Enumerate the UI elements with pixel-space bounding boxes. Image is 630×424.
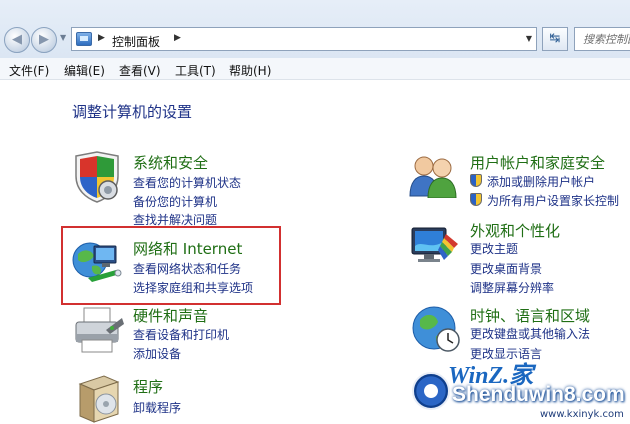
forward-button[interactable]: ▶ <box>31 27 57 53</box>
link-change-desktop-background[interactable]: 更改桌面背景 <box>470 260 542 277</box>
uac-shield-icon <box>470 174 482 187</box>
page-title: 调整计算机的设置 <box>72 103 193 121</box>
link-backup-computer[interactable]: 备份您的计算机 <box>133 193 217 210</box>
link-change-input-method[interactable]: 更改键盘或其他输入法 <box>470 325 590 342</box>
link-add-remove-accounts-label: 添加或删除用户帐户 <box>487 175 596 189</box>
clock-globe-icon[interactable] <box>410 302 462 354</box>
control-panel-icon <box>76 32 92 46</box>
menu-bar: 文件(F) 编辑(E) 查看(V) 工具(T) 帮助(H) <box>0 58 630 80</box>
menu-view[interactable]: 查看(V) <box>119 62 161 79</box>
watermark-logo-icon <box>412 372 450 410</box>
search-box[interactable] <box>574 27 630 51</box>
address-bar[interactable]: ▶ 控制面板 ▶ ▼ <box>71 27 537 51</box>
user-accounts-icon[interactable] <box>406 152 462 198</box>
category-title-hardware-sound[interactable]: 硬件和声音 <box>133 305 208 326</box>
link-adjust-resolution[interactable]: 调整屏幕分辨率 <box>470 279 554 296</box>
printer-icon[interactable] <box>70 304 126 356</box>
category-title-appearance[interactable]: 外观和个性化 <box>470 220 560 241</box>
category-title-clock-language-region[interactable]: 时钟、语言和区域 <box>470 305 590 326</box>
security-shield-icon[interactable] <box>70 150 124 204</box>
forward-arrow-icon: ▶ <box>39 32 49 47</box>
watermark-site: Shenduwin8.com <box>452 383 625 406</box>
address-dropdown-icon[interactable]: ▼ <box>526 34 532 43</box>
link-view-devices-printers[interactable]: 查看设备和打印机 <box>133 326 229 343</box>
watermark-url: www.kxinyk.com <box>540 409 624 420</box>
search-input[interactable] <box>575 28 630 50</box>
link-parental-controls-label: 为所有用户设置家长控制 <box>487 194 620 208</box>
back-button[interactable]: ◀ <box>4 27 30 53</box>
refresh-icon: ↹ <box>549 31 561 46</box>
link-view-computer-status[interactable]: 查看您的计算机状态 <box>133 174 241 191</box>
menu-edit[interactable]: 编辑(E) <box>64 62 105 79</box>
recent-pages-dropdown-icon[interactable]: ▼ <box>60 33 66 42</box>
breadcrumb-control-panel[interactable]: 控制面板 <box>112 33 160 50</box>
category-title-user-accounts[interactable]: 用户帐户和家庭安全 <box>470 152 605 173</box>
personalization-monitor-icon[interactable] <box>408 224 462 270</box>
link-add-device[interactable]: 添加设备 <box>133 345 181 362</box>
category-title-system-security[interactable]: 系统和安全 <box>133 152 208 173</box>
menu-tools[interactable]: 工具(T) <box>175 62 216 79</box>
navigation-bar: ◀ ▶ ▼ ▶ 控制面板 ▶ ▼ ↹ <box>0 0 630 58</box>
breadcrumb-chevron-icon[interactable]: ▶ <box>98 33 105 43</box>
menu-file[interactable]: 文件(F) <box>9 62 49 79</box>
back-arrow-icon: ◀ <box>12 32 22 47</box>
programs-box-icon[interactable] <box>74 372 124 424</box>
link-add-remove-accounts[interactable]: 添加或删除用户帐户 <box>470 173 595 190</box>
watermark: WinZ.家 Shenduwin8.com www.kxinyk.com <box>404 352 630 424</box>
link-change-theme[interactable]: 更改主题 <box>470 240 518 257</box>
link-parental-controls[interactable]: 为所有用户设置家长控制 <box>470 192 619 209</box>
uac-shield-icon <box>470 193 482 206</box>
link-uninstall-program[interactable]: 卸载程序 <box>133 399 181 416</box>
breadcrumb-chevron-icon[interactable]: ▶ <box>174 33 181 43</box>
refresh-button[interactable]: ↹ <box>542 27 568 51</box>
category-title-programs[interactable]: 程序 <box>133 376 163 397</box>
menu-help[interactable]: 帮助(H) <box>229 62 271 79</box>
highlight-box <box>61 226 281 305</box>
